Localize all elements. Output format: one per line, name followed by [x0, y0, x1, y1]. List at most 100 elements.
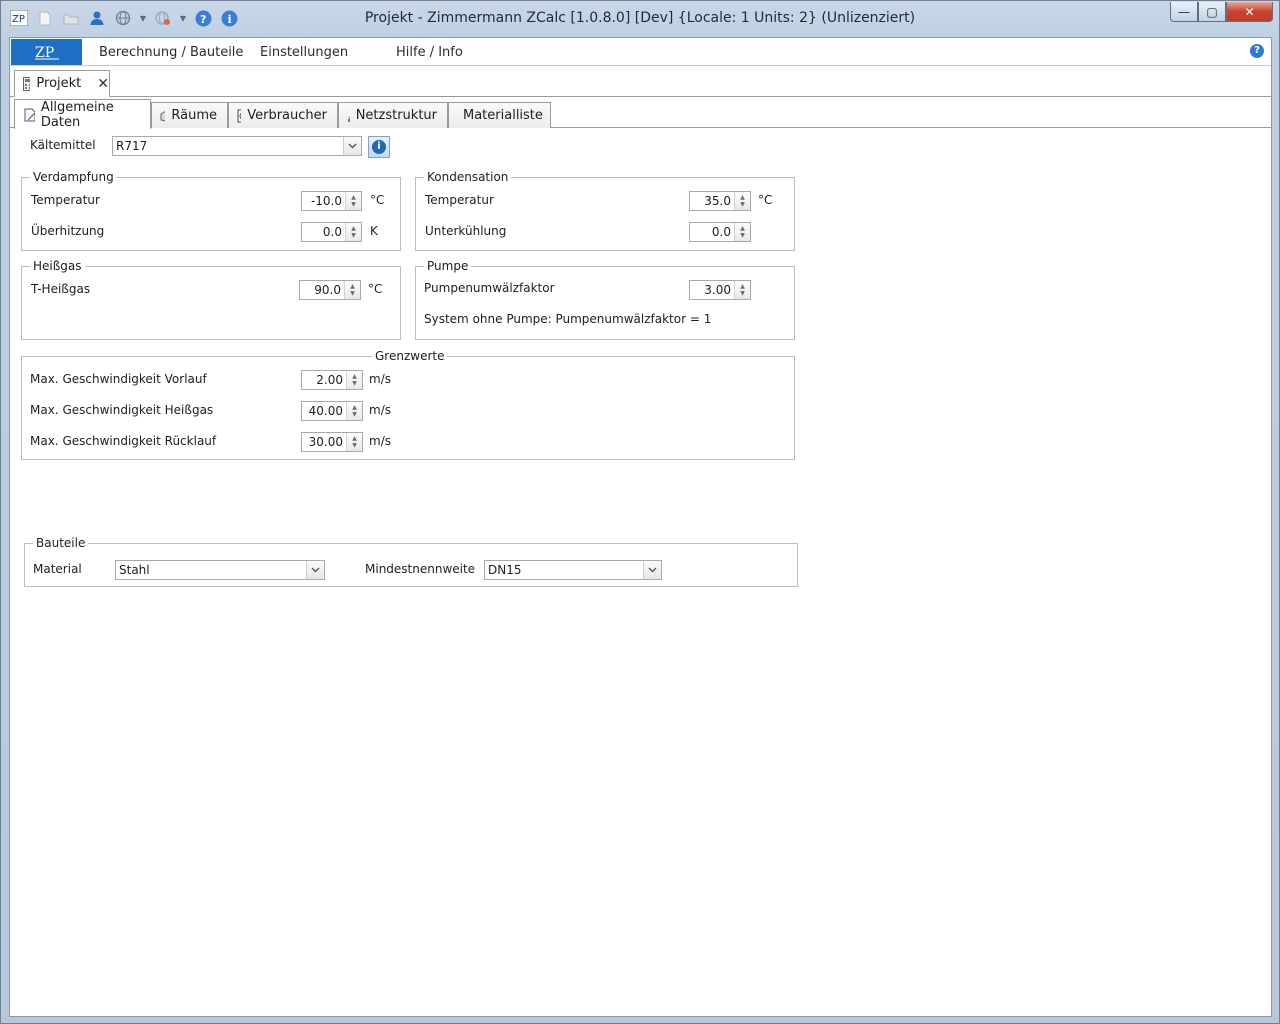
refrigerant-combo[interactable]: R717	[112, 136, 362, 156]
close-button[interactable]: ✕	[1226, 2, 1273, 22]
spinner-arrows-icon[interactable]: ▲ ▼	[344, 281, 360, 299]
pump-group: Pumpe	[415, 259, 795, 340]
client-area: ZP Berechnung / Bauteile Einstellungen H…	[9, 37, 1272, 1017]
hotgas-temp-label: T-Heißgas	[31, 282, 91, 296]
limit-ruecklauf-value: 30.00	[308, 435, 343, 449]
app-window: ZP ▼ ▼ ? i Projekt - Zimmermann ZCalc [1…	[0, 0, 1280, 1024]
tab-label: Räume	[171, 108, 217, 123]
tab-label: Netzstruktur	[355, 108, 437, 123]
chevron-down-icon[interactable]	[306, 561, 324, 579]
hotgas-title: Heißgas	[30, 259, 85, 273]
calculator-icon	[23, 76, 31, 91]
spinner-arrows-icon[interactable]: ▲ ▼	[346, 402, 362, 420]
pump-title: Pumpe	[424, 259, 472, 273]
material-combo[interactable]: Stahl	[115, 560, 325, 580]
hotgas-group: Heißgas	[21, 259, 401, 340]
evaporation-title: Verdampfung	[30, 170, 117, 184]
hotgas-temp-unit: °C	[368, 282, 383, 296]
spinner-arrows-icon[interactable]: ▲ ▼	[345, 192, 361, 210]
tab-materialliste[interactable]: Materialliste	[448, 102, 551, 128]
spinner-arrows-icon[interactable]: ▲ ▼	[346, 433, 362, 451]
tab-verbraucher[interactable]: Verbraucher	[228, 102, 338, 128]
superheat-value: 0.0	[322, 225, 342, 239]
help-icon[interactable]: ?	[1250, 44, 1264, 58]
superheat-spinner[interactable]: 0.0 ▲ ▼	[301, 222, 362, 242]
tab-label: Verbraucher	[247, 108, 327, 123]
app-logo-icon: ZP	[34, 45, 59, 61]
limit-heissgas-value: 40.00	[308, 404, 343, 418]
refrigerant-value: R717	[116, 139, 148, 153]
edit-document-icon	[24, 108, 35, 121]
superheat-unit: K	[370, 224, 378, 238]
limit-heissgas-label: Max. Geschwindigkeit Heißgas	[30, 403, 214, 417]
app-menu-button[interactable]: ZP	[11, 39, 82, 65]
limit-ruecklauf-spinner[interactable]: 30.00 ▲ ▼	[301, 432, 363, 452]
menu-einstellungen[interactable]: Einstellungen	[260, 45, 348, 60]
doc-tab-projekt[interactable]: Projekt ✕	[14, 70, 110, 97]
chevron-down-icon[interactable]	[643, 561, 661, 579]
menu-hilfe-info[interactable]: Hilfe / Info	[396, 45, 463, 60]
subcool-spinner[interactable]: 0.0 ▲ ▼	[689, 222, 751, 242]
limit-heissgas-unit: m/s	[369, 403, 391, 417]
window-title: Projekt - Zimmermann ZCalc [1.0.8.0] [De…	[364, 10, 916, 26]
limit-vorlauf-value: 2.00	[316, 373, 343, 387]
pump-factor-spinner[interactable]: 3.00 ▲ ▼	[689, 280, 751, 300]
condensation-temp-value: 35.0	[704, 194, 731, 208]
menu-bar: ZP Berechnung / Bauteile Einstellungen H…	[10, 38, 1271, 66]
tab-label: Allgemeine Daten	[40, 99, 114, 130]
condensation-temp-label: Temperatur	[425, 193, 494, 207]
maximize-button[interactable]: ▢	[1198, 2, 1226, 22]
limit-heissgas-spinner[interactable]: 40.00 ▲ ▼	[301, 401, 363, 421]
pump-factor-value: 3.00	[704, 283, 731, 297]
hotgas-temp-spinner[interactable]: 90.0 ▲ ▼	[299, 280, 361, 300]
tab-raeume[interactable]: Räume	[151, 102, 228, 128]
spinner-arrows-icon[interactable]: ▲ ▼	[345, 223, 361, 241]
subcool-value: 0.0	[711, 225, 731, 239]
limit-ruecklauf-unit: m/s	[369, 434, 391, 448]
menu-berechnung-bauteile[interactable]: Berechnung / Bauteile	[99, 45, 243, 60]
close-icon[interactable]: ✕	[97, 76, 109, 92]
superheat-label: Überhitzung	[31, 224, 105, 238]
limits-title: Grenzwerte	[372, 349, 448, 363]
evaporation-temp-unit: °C	[370, 193, 385, 207]
condensation-temp-spinner[interactable]: 35.0 ▲ ▼	[689, 191, 751, 211]
spinner-arrows-icon[interactable]: ▲ ▼	[346, 371, 362, 389]
evaporation-temp-value: -10.0	[310, 194, 342, 208]
evaporation-temp-spinner[interactable]: -10.0 ▲ ▼	[301, 191, 362, 211]
min-dn-combo[interactable]: DN15	[484, 560, 662, 580]
doc-tab-label: Projekt	[36, 76, 82, 91]
min-dn-label: Mindestnennweite	[365, 562, 476, 576]
page-tab-bar: Allgemeine Daten Räume Verbraucher Netzs…	[10, 98, 1271, 130]
spinner-arrows-icon[interactable]: ▲ ▼	[734, 192, 750, 210]
tab-label: Materialliste	[463, 108, 543, 123]
spinner-arrows-icon[interactable]: ▲ ▼	[734, 223, 750, 241]
tab-allgemeine-daten[interactable]: Allgemeine Daten	[14, 99, 151, 130]
title-bar: ZP ▼ ▼ ? i Projekt - Zimmermann ZCalc [1…	[1, 1, 1279, 37]
hotgas-temp-value: 90.0	[314, 283, 341, 297]
limit-vorlauf-unit: m/s	[369, 372, 391, 386]
consumer-icon	[237, 109, 242, 122]
limit-ruecklauf-label: Max. Geschwindigkeit Rücklauf	[30, 434, 217, 448]
min-dn-value: DN15	[488, 563, 522, 577]
tab-netzstruktur[interactable]: Netzstruktur	[338, 102, 448, 128]
minimize-button[interactable]: —	[1170, 2, 1198, 22]
pump-note: System ohne Pumpe: Pumpenumwälzfaktor = …	[424, 312, 712, 326]
evaporation-temp-label: Temperatur	[31, 193, 100, 207]
rooms-icon	[160, 110, 166, 121]
condensation-temp-unit: °C	[758, 193, 773, 207]
window-controls: — ▢ ✕	[1170, 2, 1273, 22]
info-icon: i	[372, 140, 386, 154]
chevron-down-icon[interactable]	[343, 137, 361, 155]
limit-vorlauf-label: Max. Geschwindigkeit Vorlauf	[30, 372, 207, 386]
material-label: Material	[33, 562, 82, 576]
network-icon	[348, 115, 350, 122]
components-title: Bauteile	[33, 536, 89, 550]
spinner-arrows-icon[interactable]: ▲ ▼	[734, 281, 750, 299]
refrigerant-info-button[interactable]: i	[368, 136, 390, 158]
subcool-label: Unterkühlung	[425, 224, 507, 238]
limit-vorlauf-spinner[interactable]: 2.00 ▲ ▼	[301, 370, 363, 390]
material-value: Stahl	[119, 563, 150, 577]
pump-factor-label: Pumpenumwälzfaktor	[424, 281, 555, 295]
condensation-title: Kondensation	[424, 170, 512, 184]
refrigerant-label: Kältemittel	[30, 138, 96, 152]
